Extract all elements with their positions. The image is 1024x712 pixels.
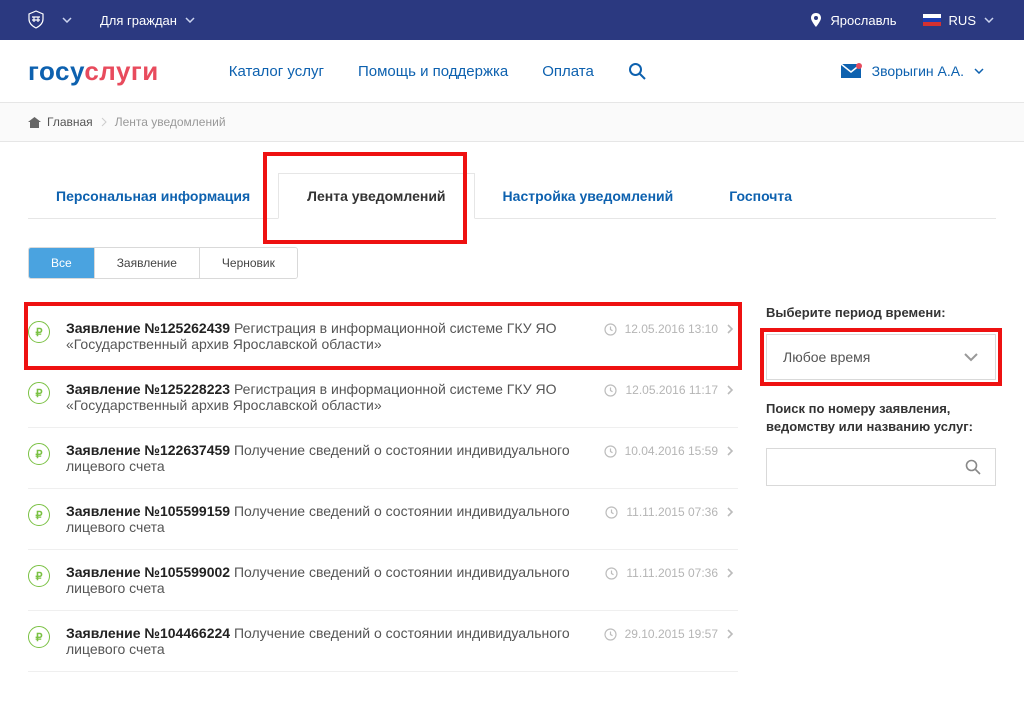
notification-title: Заявление №122637459 (66, 442, 234, 458)
clock-icon (604, 628, 617, 641)
filter-pills: Все Заявление Черновик (28, 247, 996, 279)
breadcrumb-current: Лента уведомлений (115, 115, 226, 129)
city-switch[interactable]: Ярославль (810, 13, 896, 28)
notification-date: 12.05.2016 11:17 (625, 383, 718, 397)
breadcrumb-home[interactable]: Главная (28, 115, 93, 129)
notification-date: 29.10.2015 19:57 (625, 627, 718, 641)
tab-settings[interactable]: Настройка уведомлений (475, 174, 702, 218)
ruble-icon: ₽ (28, 443, 50, 465)
flag-icon (923, 14, 941, 26)
notification-body: Заявление №105599159 Получение сведений … (66, 503, 589, 535)
city-label: Ярославль (830, 13, 896, 28)
notification-body: Заявление №125262439 Регистрация в инфор… (66, 320, 588, 352)
clock-icon (604, 323, 617, 336)
header: госуслуги Каталог услуг Помощь и поддерж… (0, 40, 1024, 103)
sidebar-search[interactable] (766, 448, 996, 486)
notification-title: Заявление №105599002 (66, 564, 234, 580)
user-name: Зворыгин А.А. (872, 63, 964, 79)
chevron-down-icon (974, 68, 984, 74)
chevron-down-icon[interactable] (62, 17, 72, 23)
search-icon[interactable] (628, 62, 646, 80)
clock-icon (604, 384, 617, 397)
notification-body: Заявление №125228223 Регистрация в инфор… (66, 381, 588, 413)
user-menu[interactable]: Зворыгин А.А. (840, 63, 984, 79)
tab-personal[interactable]: Персональная информация (28, 174, 278, 218)
home-icon (28, 117, 41, 128)
pin-icon (810, 13, 822, 27)
notification-meta: 11.11.2015 07:36 (605, 505, 734, 519)
main: Персональная информация Лента уведомлени… (0, 142, 1024, 712)
chevron-right-icon (726, 384, 734, 396)
section-tabs: Персональная информация Лента уведомлени… (28, 172, 996, 219)
period-value: Любое время (783, 349, 870, 365)
mail-icon (840, 63, 862, 79)
notification-meta: 12.05.2016 11:17 (604, 383, 734, 397)
ruble-icon: ₽ (28, 504, 50, 526)
nav-catalog[interactable]: Каталог услуг (229, 63, 324, 80)
search-icon[interactable] (965, 459, 981, 475)
notification-item[interactable]: ₽ Заявление №105599002 Получение сведений… (28, 550, 738, 611)
notification-date: 12.05.2016 13:10 (625, 322, 718, 336)
notification-date: 11.11.2015 07:36 (626, 505, 718, 519)
chevron-down-icon (963, 352, 979, 362)
chevron-right-icon (726, 506, 734, 518)
sidebar-search-input[interactable] (781, 460, 965, 475)
notification-item[interactable]: ₽ Заявление №125228223 Регистрация в инфо… (28, 367, 738, 428)
audience-label: Для граждан (100, 13, 177, 28)
notification-item[interactable]: ₽ Заявление №122637459 Получение сведений… (28, 428, 738, 489)
search-label: Поиск по номеру заявления, ведомству или… (766, 400, 996, 436)
notification-title: Заявление №125262439 (66, 320, 234, 336)
filter-all[interactable]: Все (29, 248, 95, 278)
sidebar: Выберите период времени: Любое время Пои… (766, 305, 996, 486)
notification-body: Заявление №122637459 Получение сведений … (66, 442, 588, 474)
notification-item[interactable]: ₽ Заявление №125262439 Регистрация в инфо… (28, 305, 738, 367)
notification-meta: 29.10.2015 19:57 (604, 627, 734, 641)
notification-item[interactable]: ₽ Заявление №105599159 Получение сведений… (28, 489, 738, 550)
clock-icon (605, 567, 618, 580)
notification-title: Заявление №105599159 (66, 503, 234, 519)
lang-label: RUS (949, 13, 976, 28)
logo-part1: госу (28, 56, 84, 86)
notification-date: 11.11.2015 07:36 (626, 566, 718, 580)
ruble-icon: ₽ (28, 626, 50, 648)
notification-meta: 10.04.2016 15:59 (604, 444, 734, 458)
lang-switch[interactable]: RUS (923, 13, 994, 28)
filter-draft[interactable]: Черновик (200, 248, 297, 278)
main-nav: Каталог услуг Помощь и поддержка Оплата (229, 62, 646, 80)
period-label: Выберите период времени: (766, 305, 996, 320)
notification-body: Заявление №104466224 Получение сведений … (66, 625, 588, 657)
audience-switch[interactable]: Для граждан (100, 13, 195, 28)
filter-application[interactable]: Заявление (95, 248, 200, 278)
logo-part2: слуги (84, 56, 158, 86)
emblem-icon (24, 8, 48, 32)
logo[interactable]: госуслуги (28, 56, 159, 87)
notification-meta: 12.05.2016 13:10 (604, 322, 734, 336)
chevron-right-icon (726, 567, 734, 579)
ruble-icon: ₽ (28, 565, 50, 587)
notification-date: 10.04.2016 15:59 (625, 444, 718, 458)
tab-gospochta[interactable]: Госпочта (701, 174, 820, 218)
ruble-icon: ₽ (28, 321, 50, 343)
topbar: Для граждан Ярославль RUS (0, 0, 1024, 40)
notification-meta: 11.11.2015 07:36 (605, 566, 734, 580)
period-select[interactable]: Любое время (766, 334, 996, 380)
chevron-down-icon (984, 17, 994, 23)
clock-icon (605, 506, 618, 519)
nav-payment[interactable]: Оплата (542, 63, 594, 80)
chevron-right-icon (726, 445, 734, 457)
chevron-right-icon (726, 323, 734, 335)
notification-title: Заявление №125228223 (66, 381, 234, 397)
tab-feed[interactable]: Лента уведомлений (278, 173, 474, 219)
notifications-list: ₽ Заявление №125262439 Регистрация в инфо… (28, 305, 738, 672)
chevron-right-icon (726, 628, 734, 640)
nav-help[interactable]: Помощь и поддержка (358, 63, 508, 80)
notification-title: Заявление №104466224 (66, 625, 234, 641)
ruble-icon: ₽ (28, 382, 50, 404)
chevron-down-icon (185, 17, 195, 23)
clock-icon (604, 445, 617, 458)
notification-body: Заявление №105599002 Получение сведений … (66, 564, 589, 596)
notification-item[interactable]: ₽ Заявление №104466224 Получение сведений… (28, 611, 738, 672)
breadcrumb-sep-icon (101, 117, 107, 127)
breadcrumb-bar: Главная Лента уведомлений (0, 103, 1024, 142)
